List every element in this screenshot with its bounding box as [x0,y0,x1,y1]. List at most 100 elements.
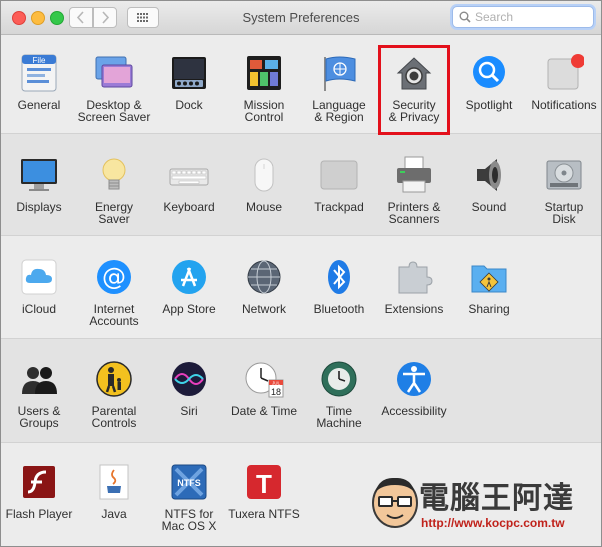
notifications-icon [544,53,585,93]
general-icon: File [19,53,59,93]
svg-text:T: T [256,469,272,499]
pref-label: Users & Groups [17,404,61,430]
pref-label: Tuxera NTFS [228,507,300,521]
search-icon [459,11,471,23]
pref-keyboard[interactable]: Keyboard [152,155,226,213]
sharing-folder-icon [469,257,509,297]
at-icon: @ [94,257,134,297]
mouse-icon [244,155,284,195]
pref-label: Parental Controls [91,404,137,430]
svg-text:File: File [33,56,46,65]
flash-icon [19,462,59,502]
pref-network[interactable]: Network [227,257,301,315]
lightbulb-icon [94,155,134,195]
pref-time-machine[interactable]: Time Machine [302,359,376,429]
pref-label: Time Machine [316,404,362,430]
pref-parental-controls[interactable]: Parental Controls [77,359,151,429]
pref-label: Date & Time [230,404,298,418]
pref-label: Startup Disk [544,200,584,226]
pref-label: Language & Region [312,98,366,124]
pref-mission-control[interactable]: Mission Control [227,53,301,123]
pref-date-time[interactable]: JUL 18 Date & Time [227,359,301,417]
magnifier-icon [469,53,509,93]
pref-bluetooth[interactable]: Bluetooth [302,257,376,315]
pref-internet-accounts[interactable]: @ Internet Accounts [77,257,151,327]
parental-icon [94,359,134,399]
svg-text:18: 18 [271,387,281,397]
pref-label: iCloud [21,302,57,316]
puzzle-icon [394,257,434,297]
pref-icloud[interactable]: iCloud [2,257,76,315]
pref-users-groups[interactable]: Users & Groups [2,359,76,429]
system-preferences-window: System Preferences Search File General D… [0,0,602,547]
pref-label: Keyboard [163,200,215,214]
svg-text:@: @ [102,263,126,291]
pref-extensions[interactable]: Extensions [377,257,451,315]
display-icon [19,155,59,195]
time-machine-icon [319,359,359,399]
pref-label: Displays [16,200,62,214]
desktop-icon [94,53,134,93]
java-icon [94,462,134,502]
printer-icon [394,155,434,195]
pref-label: Accessibility [381,404,447,418]
disk-icon [544,155,584,195]
pref-language-region[interactable]: Language & Region [302,53,376,123]
keyboard-icon [169,155,209,195]
pref-trackpad[interactable]: Trackpad [302,155,376,213]
pref-desktop-screen-saver[interactable]: Desktop & Screen Saver [77,53,151,123]
pref-tuxera-ntfs[interactable]: T Tuxera NTFS [227,462,301,520]
pref-label: Sound [471,200,507,214]
globe-icon [244,257,284,297]
bluetooth-icon [319,257,359,297]
pref-label: Network [241,302,286,316]
pref-startup-disk[interactable]: Startup Disk [527,155,601,225]
pref-label: Mission Control [243,98,285,124]
pref-spotlight[interactable]: Spotlight [452,53,526,111]
pref-label: Notifications [531,98,597,112]
pref-energy-saver[interactable]: Energy Saver [77,155,151,225]
app-store-icon [169,257,209,297]
pref-accessibility[interactable]: Accessibility [377,359,451,417]
title-bar: System Preferences Search [1,1,601,35]
pref-label: General [17,98,61,112]
pref-label: Printers & Scanners [387,200,441,226]
svg-text:JUL: JUL [272,381,280,386]
pref-label: Siri [180,404,198,418]
pref-label: Energy Saver [94,200,134,226]
pref-siri[interactable]: Siri [152,359,226,417]
pref-notifications[interactable]: Notifications [527,53,601,111]
mission-control-icon [244,53,284,93]
pref-general[interactable]: File General [2,53,76,111]
dock-icon [169,53,209,93]
pref-sound[interactable]: Sound [452,155,526,213]
pref-printers-scanners[interactable]: Printers & Scanners [377,155,451,225]
pref-sharing[interactable]: Sharing [452,257,526,315]
pref-label: Bluetooth [313,302,365,316]
trackpad-icon [319,155,359,195]
pref-label: App Store [162,302,216,316]
pref-app-store[interactable]: App Store [152,257,226,315]
pref-label: NTFS for Mac OS X [161,507,217,533]
watermark-url: http://www.kocpc.com.tw [421,516,565,530]
pref-label: Trackpad [314,200,364,214]
calendar-clock-icon: JUL 18 [244,359,284,399]
ntfs-icon: NTFS [169,462,209,502]
pref-dock[interactable]: Dock [152,53,226,111]
pref-mouse[interactable]: Mouse [227,155,301,213]
flag-icon [319,53,359,93]
pref-displays[interactable]: Displays [2,155,76,213]
search-placeholder: Search [475,10,514,24]
mascot-icon [372,477,418,528]
pref-flash-player[interactable]: Flash Player [2,462,76,520]
speaker-icon [469,155,509,195]
accessibility-icon [394,359,434,399]
search-input[interactable]: Search [452,6,594,28]
pref-ntfs-for-mac[interactable]: NTFS NTFS for Mac OS X [152,462,226,532]
watermark-text: 電腦王阿達 [419,482,574,515]
pref-label: Flash Player [5,507,73,521]
pref-label: Sharing [468,302,510,316]
pref-label: Internet Accounts [89,302,139,328]
siri-icon [169,359,209,399]
pref-java[interactable]: Java [77,462,151,520]
